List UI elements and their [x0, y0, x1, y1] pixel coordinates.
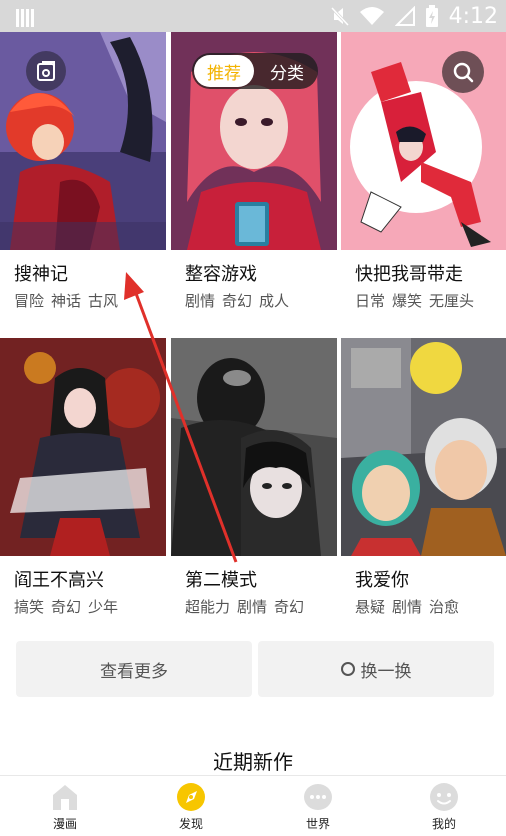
comic-tag: 古风	[88, 292, 119, 310]
swap-label: 换一换	[360, 661, 412, 682]
bookshelf-icon	[37, 61, 55, 81]
comic-cover[interactable]	[0, 338, 166, 556]
comic-tag: 冒险	[14, 292, 45, 310]
comic-cover[interactable]	[0, 32, 166, 250]
comic-tag: 剧情	[185, 292, 216, 310]
comic-tag: 爆笑	[392, 292, 423, 310]
signal-icon	[394, 6, 415, 26]
comic-card[interactable]: 搜神记 冒险 神话 古风	[0, 32, 166, 332]
comic-title[interactable]: 快把我哥带走	[355, 260, 463, 286]
home-icon	[53, 785, 77, 810]
nav-label: 我的	[431, 817, 456, 831]
status-time: 4:12	[448, 3, 498, 29]
comic-tag: 少年	[88, 598, 119, 616]
notification-icon	[16, 9, 36, 27]
comic-cover[interactable]	[341, 338, 506, 556]
mute-icon	[330, 6, 349, 26]
comic-tag: 悬疑	[355, 598, 386, 616]
world-icon	[304, 784, 332, 810]
comic-card[interactable]: 我爱你 悬疑 剧情 治愈	[341, 338, 506, 638]
comic-title[interactable]: 搜神记	[14, 260, 68, 286]
battery-icon	[425, 5, 438, 27]
comic-card[interactable]: 阎王不高兴 搞笑 奇幻 少年	[0, 338, 166, 638]
nav-item-world[interactable]: 世界	[273, 782, 363, 836]
tab-category[interactable]: 分类	[258, 55, 316, 87]
status-bar: 4:12	[0, 0, 506, 32]
nav-item-profile[interactable]: 我的	[399, 782, 489, 836]
comic-tag: 搞笑	[14, 598, 45, 616]
refresh-icon	[340, 662, 355, 676]
comic-tags: 超能力 剧情 奇幻	[185, 596, 304, 617]
comic-tag: 奇幻	[222, 292, 253, 310]
comic-tag: 神话	[51, 292, 82, 310]
comic-title[interactable]: 整容游戏	[185, 260, 257, 286]
comic-title[interactable]: 第二模式	[185, 566, 257, 592]
section-title: 近期新作	[213, 750, 293, 774]
comic-tags: 日常 爆笑 无厘头	[355, 290, 474, 311]
nav-label: 发现	[178, 817, 203, 831]
comic-tags: 剧情 奇幻 成人	[185, 290, 289, 311]
nav-label: 漫画	[52, 817, 77, 831]
nav-item-comics[interactable]: 漫画	[20, 782, 110, 836]
status-icons: 4:12	[330, 3, 498, 29]
comic-card[interactable]: 第二模式 超能力 剧情 奇幻	[171, 338, 337, 638]
comic-tag: 奇幻	[51, 598, 82, 616]
search-icon	[453, 62, 474, 83]
tab-recommend[interactable]: 推荐	[194, 55, 254, 87]
comic-title[interactable]: 阎王不高兴	[14, 566, 104, 592]
comic-tag: 成人	[259, 292, 290, 310]
comic-tags: 冒险 神话 古风	[14, 290, 118, 311]
nav-item-discover[interactable]: 发现	[146, 782, 236, 836]
comic-tag: 剧情	[392, 598, 423, 616]
comic-tag: 奇幻	[274, 598, 305, 616]
top-tab-switch: 推荐 分类	[192, 53, 318, 89]
comic-tag: 超能力	[185, 598, 231, 616]
search-button[interactable]	[442, 51, 484, 93]
discover-icon	[177, 783, 205, 811]
comic-tag: 剧情	[237, 598, 268, 616]
profile-icon	[430, 783, 458, 811]
comic-title[interactable]: 我爱你	[355, 566, 409, 592]
nav-label: 世界	[305, 817, 330, 831]
comic-cover[interactable]	[171, 338, 337, 556]
comic-tags: 悬疑 剧情 治愈	[355, 596, 459, 617]
comic-tag: 日常	[355, 292, 386, 310]
bookshelf-button[interactable]	[26, 51, 66, 91]
comic-tags: 搞笑 奇幻 少年	[14, 596, 118, 617]
bottom-nav: 漫画 发现 世界 我的	[0, 775, 506, 836]
comic-tag: 治愈	[429, 598, 460, 616]
wifi-icon	[359, 7, 384, 25]
view-more-button[interactable]: 查看更多	[16, 641, 252, 697]
swap-button[interactable]: 换一换	[258, 641, 494, 697]
comic-tag: 无厘头	[429, 292, 475, 310]
